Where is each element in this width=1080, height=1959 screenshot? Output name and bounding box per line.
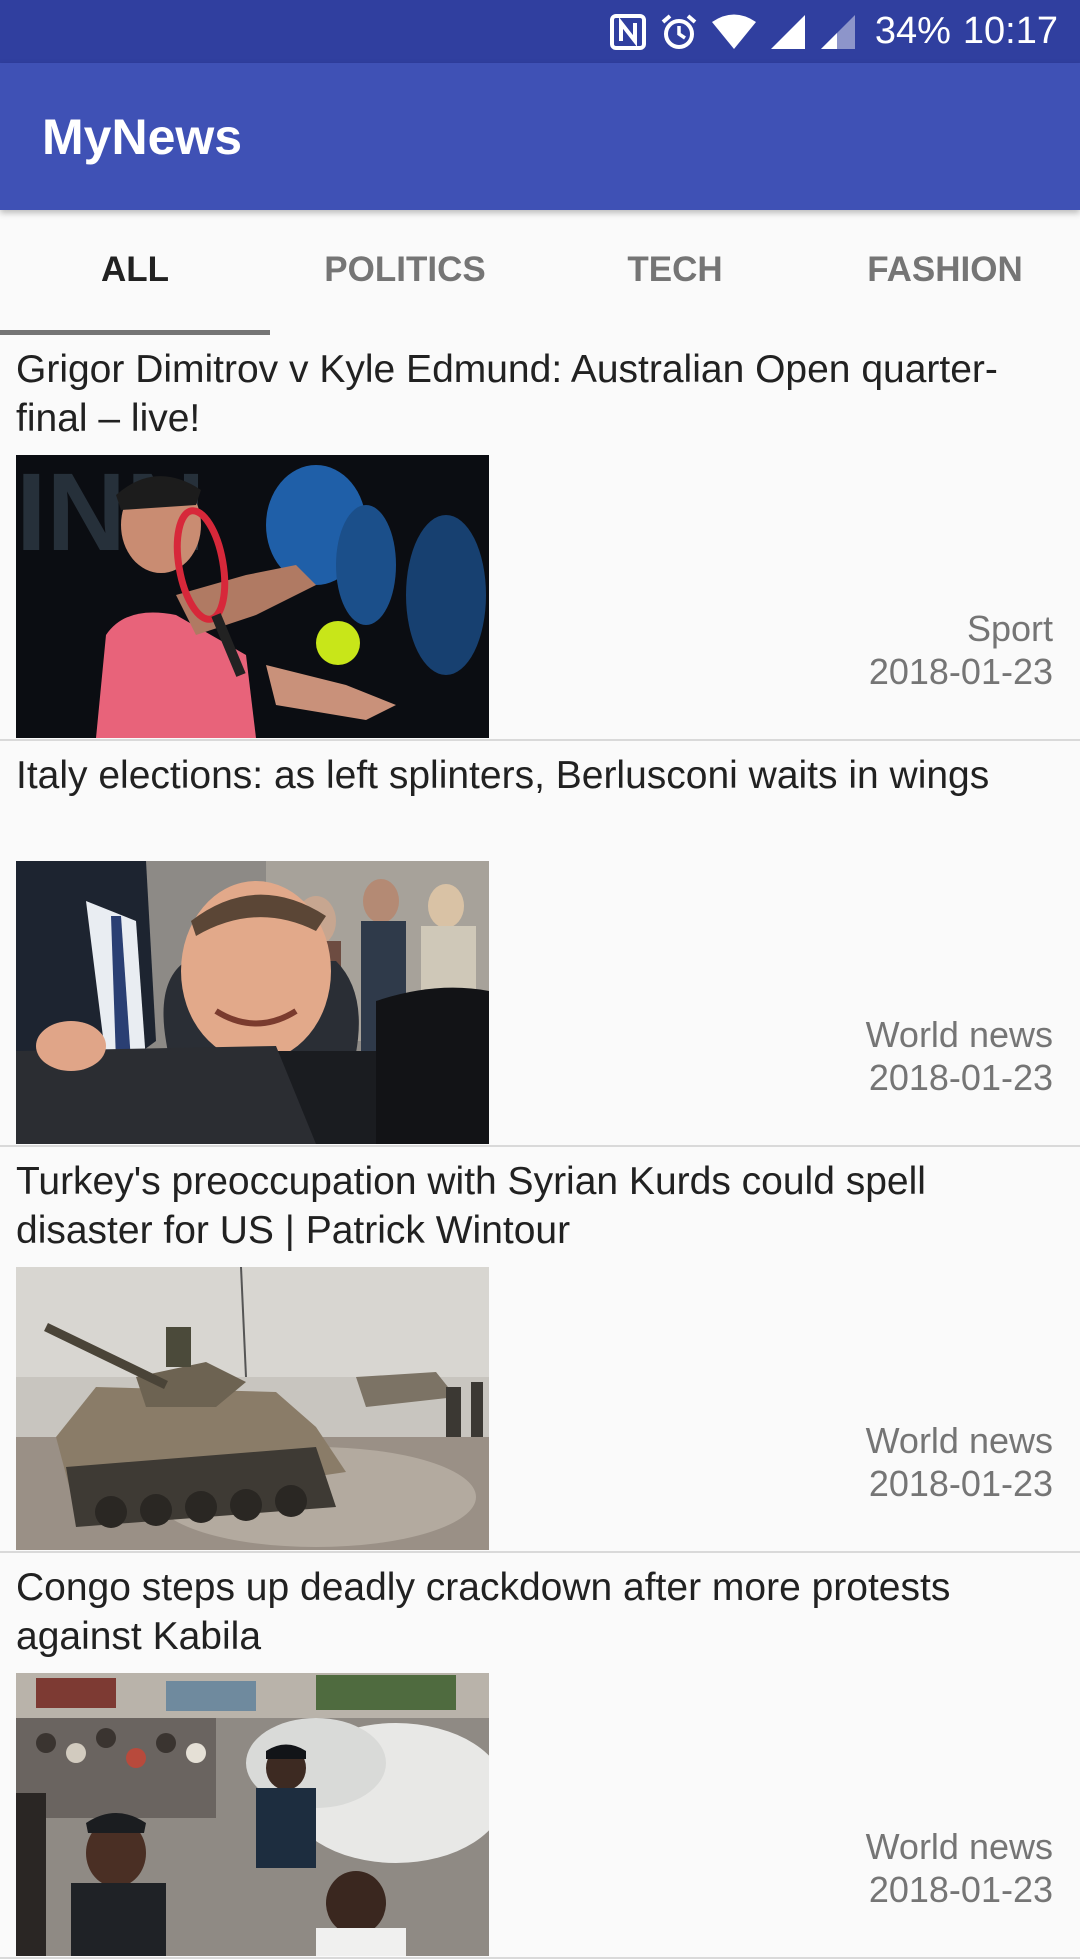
article-title: Turkey's preoccupation with Syrian Kurds… xyxy=(16,1160,926,1252)
list-item[interactable]: Turkey's preoccupation with Syrian Kurds… xyxy=(0,1147,1080,1553)
article-thumbnail: INN xyxy=(16,455,489,738)
list-item[interactable]: Italy elections: as left splinters, Berl… xyxy=(0,741,1080,1147)
article-title: Grigor Dimitrov v Kyle Edmund: Australia… xyxy=(16,348,998,440)
list-item[interactable]: Grigor Dimitrov v Kyle Edmund: Australia… xyxy=(0,335,1080,741)
app-title: MyNews xyxy=(42,109,243,165)
tab-tech[interactable]: TECH xyxy=(540,210,810,335)
article-date: 2018-01-23 xyxy=(868,651,1053,692)
tab-bar: ALL POLITICS TECH FASHION xyxy=(0,210,1080,335)
article-meta: World news 2018-01-23 xyxy=(866,1013,1053,1099)
article-section: World news xyxy=(865,1014,1053,1055)
signal-weak-icon xyxy=(819,13,857,51)
signal-icon xyxy=(769,13,807,51)
list-item[interactable]: Congo steps up deadly crackdown after mo… xyxy=(0,1553,1080,1959)
article-meta: World news 2018-01-23 xyxy=(866,1825,1053,1911)
tab-all[interactable]: ALL xyxy=(0,210,270,335)
article-meta: World news 2018-01-23 xyxy=(866,1419,1053,1505)
clock: 10:17 xyxy=(962,10,1058,52)
tab-label: POLITICS xyxy=(324,249,486,289)
article-section: World news xyxy=(865,1826,1053,1867)
tab-label: ALL xyxy=(100,249,170,289)
battery-percent: 34% xyxy=(874,10,951,52)
wifi-icon xyxy=(711,13,757,51)
article-date: 2018-01-23 xyxy=(868,1463,1053,1504)
article-section: Sport xyxy=(966,608,1053,649)
tab-label: TECH xyxy=(627,249,723,289)
article-title: Italy elections: as left splinters, Berl… xyxy=(16,754,990,797)
article-date: 2018-01-23 xyxy=(868,1057,1053,1098)
tab-label: FASHION xyxy=(867,249,1023,289)
news-feed[interactable]: Grigor Dimitrov v Kyle Edmund: Australia… xyxy=(0,335,1080,1959)
article-title: Congo steps up deadly crackdown after mo… xyxy=(16,1566,951,1658)
tab-fashion[interactable]: FASHION xyxy=(810,210,1080,335)
status-bar: 34% 10:17 xyxy=(0,0,1080,63)
app-bar: MyNews xyxy=(0,63,1080,210)
article-date: 2018-01-23 xyxy=(868,1869,1053,1910)
nfc-icon xyxy=(609,13,647,51)
tab-politics[interactable]: POLITICS xyxy=(270,210,540,335)
article-section: World news xyxy=(865,1420,1053,1461)
article-thumbnail xyxy=(16,1267,489,1550)
article-thumbnail xyxy=(16,1673,489,1956)
alarm-icon xyxy=(659,12,699,52)
article-meta: Sport 2018-01-23 xyxy=(869,607,1053,693)
article-thumbnail xyxy=(16,861,489,1144)
status-icons: 34% 10:17 xyxy=(609,0,1058,63)
